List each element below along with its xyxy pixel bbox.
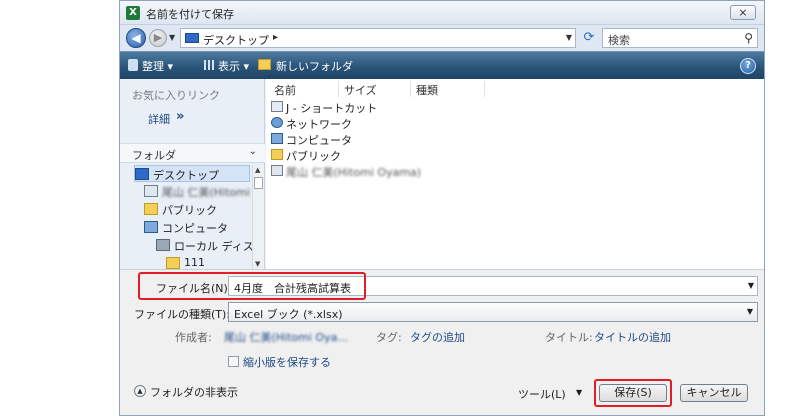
shortcut-icon	[271, 101, 283, 112]
window-title: 名前を付けて保存	[146, 8, 234, 21]
folders-label: フォルダ	[132, 149, 176, 162]
filetype-select[interactable]: Excel ブック (*.xlsx) ▼	[228, 302, 758, 322]
cancel-button[interactable]: キャンセル	[680, 384, 748, 402]
excel-icon: X	[126, 6, 140, 20]
views-button[interactable]: 表示 ▾	[218, 58, 249, 74]
list-item-label: パブリック	[286, 150, 341, 163]
help-icon[interactable]: ?	[740, 58, 756, 74]
command-toolbar: 整理 ▾ 表示 ▾ 新しいフォルダ ?	[120, 51, 764, 79]
folder-icon	[144, 203, 158, 215]
column-divider[interactable]	[410, 81, 411, 97]
column-header-name[interactable]: 名前	[274, 82, 296, 98]
favorites-header: お気に入りリンク	[132, 89, 220, 102]
search-input[interactable]: 検索 ⚲	[602, 28, 758, 48]
computer-icon	[144, 221, 158, 233]
list-item-label: 尾山 仁美(Hitomi Oyama)	[286, 166, 422, 179]
folders-header[interactable]: フォルダ ⌄	[120, 143, 265, 163]
search-placeholder: 検索	[608, 34, 630, 47]
list-item-label: J - ショートカット	[286, 102, 378, 115]
navigation-pane: お気に入りリンク 詳細 » フォルダ ⌄ デスクトップ 尾山 仁美(Hitomi…	[120, 79, 265, 269]
chevron-down-icon[interactable]: ⌄	[249, 146, 257, 157]
title-label: タイトル:	[545, 331, 593, 344]
address-bar[interactable]: デスクトップ ▸ ▼	[180, 28, 576, 48]
user-icon	[144, 185, 158, 197]
column-divider[interactable]	[338, 81, 339, 97]
tags-label: タグ:	[376, 331, 402, 344]
chevron-down-icon[interactable]: ▼	[747, 307, 753, 316]
address-path[interactable]: デスクトップ	[203, 32, 269, 48]
column-divider[interactable]	[484, 81, 485, 97]
tree-item-label: 尾山 仁美(Hitomi	[162, 186, 250, 199]
views-icon	[204, 60, 214, 70]
filename-highlight	[138, 272, 366, 300]
author-value[interactable]: 尾山 仁美(Hitomi Oya...	[224, 329, 348, 345]
hide-folders-button[interactable]: フォルダの非表示	[150, 384, 238, 400]
address-dropdown-icon[interactable]: ▼	[566, 33, 572, 42]
organize-icon	[128, 59, 138, 71]
new-folder-icon	[258, 59, 271, 70]
scroll-thumb[interactable]	[254, 177, 263, 189]
list-item-label: ネットワーク	[286, 118, 352, 131]
list-item-label: コンピュータ	[286, 134, 352, 147]
tree-item-label: コンピュータ	[162, 222, 228, 235]
chevron-down-icon[interactable]: ▼	[576, 388, 582, 397]
path-chevron-icon[interactable]: ▸	[273, 32, 278, 43]
history-dropdown-icon[interactable]: ▼	[169, 33, 175, 42]
user-icon	[271, 165, 283, 176]
chevron-down-icon[interactable]: ▼	[748, 281, 754, 290]
scroll-up-icon[interactable]: ▲	[255, 166, 260, 174]
folder-tree: デスクトップ 尾山 仁美(Hitomi パブリック コンピュータ ローカル ディ…	[120, 165, 252, 269]
tags-link[interactable]: タグの追加	[410, 329, 465, 345]
desktop-icon	[185, 33, 199, 43]
close-button[interactable]: ⨯	[730, 5, 756, 20]
save-options-panel: ファイル名(N): 4月度 合計残高試算表 ▼ ファイルの種類(T): Exce…	[120, 269, 764, 415]
author-label: 作成者:	[175, 331, 212, 344]
title-link[interactable]: タイトルの追加	[594, 329, 671, 345]
save-button[interactable]: 保存(S)	[599, 384, 667, 402]
save-thumbnail-label[interactable]: 縮小版を保存する	[243, 354, 331, 370]
network-icon	[271, 117, 283, 128]
details-chevron-icon[interactable]: »	[176, 109, 184, 124]
details-link[interactable]: 詳細	[148, 111, 170, 127]
tree-item-desktop[interactable]: デスクトップ	[134, 165, 250, 182]
desktop-icon	[135, 168, 149, 180]
save-as-dialog: X 名前を付けて保存 ⨯ ◀ ▶ ▼ デスクトップ ▸ ▼ ⟳ 検索 ⚲ 整理 …	[119, 0, 765, 416]
tree-scrollbar[interactable]: ▲ ▼	[252, 165, 264, 269]
filetype-label: ファイルの種類(T):	[134, 308, 231, 321]
chevron-up-icon[interactable]: ▲	[134, 385, 146, 397]
filetype-value: Excel ブック (*.xlsx)	[234, 308, 343, 321]
refresh-icon[interactable]: ⟳	[580, 30, 598, 46]
file-list: 名前 サイズ 種類 J - ショートカット ネットワーク コンピュータ パブリッ…	[266, 79, 764, 269]
back-button[interactable]: ◀	[126, 28, 146, 48]
scroll-down-icon[interactable]: ▼	[255, 260, 260, 268]
tree-item-label: 111	[184, 256, 205, 269]
save-thumbnail-checkbox[interactable]	[228, 356, 239, 367]
folder-icon	[271, 149, 283, 160]
search-icon[interactable]: ⚲	[744, 31, 753, 45]
tree-item-label: デスクトップ	[153, 169, 219, 182]
tree-item-label: パブリック	[162, 204, 217, 217]
new-folder-button[interactable]: 新しいフォルダ	[276, 58, 353, 74]
organize-button[interactable]: 整理 ▾	[142, 58, 173, 74]
tools-button[interactable]: ツール(L)	[518, 386, 566, 402]
address-row: ◀ ▶ ▼ デスクトップ ▸ ▼ ⟳ 検索 ⚲	[120, 25, 764, 51]
tree-item-label: ローカル ディス	[174, 240, 252, 253]
drive-icon	[156, 239, 170, 251]
forward-button[interactable]: ▶	[149, 29, 167, 47]
computer-icon	[271, 133, 283, 144]
title-bar: X 名前を付けて保存 ⨯	[120, 1, 764, 25]
folder-icon	[166, 257, 180, 269]
column-header-type[interactable]: 種類	[416, 82, 438, 98]
column-header-size[interactable]: サイズ	[344, 82, 377, 98]
